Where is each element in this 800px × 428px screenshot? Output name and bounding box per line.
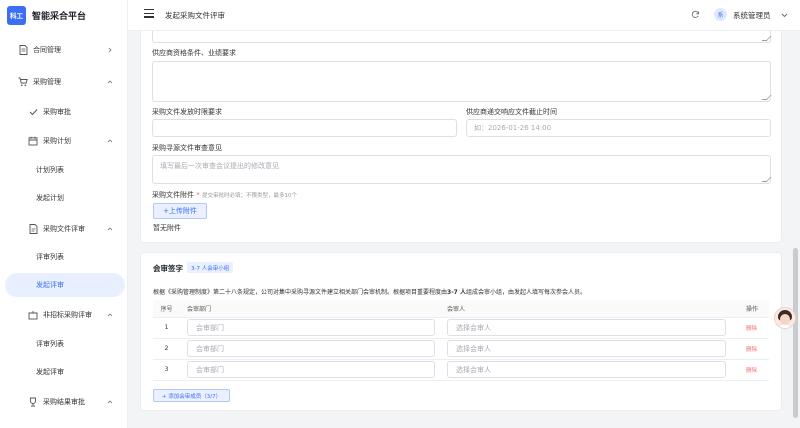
sidebar-item-review-list[interactable]: 评审列表 [0, 245, 128, 269]
sidebar-item-non-tender-review[interactable]: 非招标采购评审 [0, 303, 128, 327]
sidebar-item-start-review-2[interactable]: 发起评审 [0, 360, 128, 384]
delete-button[interactable]: 删除 [746, 347, 757, 353]
required-mark: * [196, 191, 200, 199]
scrollbar[interactable] [793, 248, 798, 418]
sidebar-item-label: 采购计划 [43, 137, 71, 145]
chevron-up-icon [105, 224, 114, 233]
row-index: 1 [153, 317, 180, 339]
review-members-table: 序号 会审部门 会审人 操作 1 会审部门 选择会审人 删除 2 会审部门 选择… [153, 300, 769, 381]
document-icon [18, 45, 28, 55]
supplier-req-textarea[interactable] [152, 61, 772, 102]
chevron-right-icon [105, 45, 114, 54]
delete-button[interactable]: 删除 [746, 326, 757, 332]
cart-icon [18, 77, 28, 87]
column-header: 会审人 [440, 300, 738, 318]
sidebar-item-procurement-plan[interactable]: 采购计划 [0, 129, 128, 153]
dept-input[interactable]: 会审部门 [187, 319, 435, 336]
reviewer-select[interactable]: 选择会审人 [447, 319, 726, 336]
group-size-tag: 3-7 人会审小组 [187, 262, 234, 273]
sidebar-item-file-review[interactable]: 采购文件评审 [0, 217, 128, 241]
brand: 科工 智能采合平台 [0, 0, 127, 30]
upload-attachment-button[interactable]: +上传附件 [153, 203, 207, 219]
sidebar-item-label: 评审列表 [36, 253, 64, 261]
chevron-down-icon[interactable] [781, 12, 788, 19]
avatar[interactable]: 系 [714, 8, 727, 21]
table-row: 2 会审部门 选择会审人 删除 [153, 338, 769, 360]
issue-time-label: 采购文件发放时限要求 [152, 108, 222, 116]
app-name: 智能采合平台 [32, 11, 87, 22]
dept-input[interactable]: 会审部门 [187, 361, 435, 378]
sidebar-item-label: 采购结果审批 [43, 398, 85, 406]
previous-textarea[interactable] [152, 31, 772, 43]
top-header: 发起采购文件评审 系 系统管理员 [128, 0, 800, 31]
app-logo: 科工 [7, 5, 26, 25]
sidebar-item-label: 非招标采购评审 [43, 311, 92, 319]
deadline-input[interactable]: 如：2026-01-26 14:00 [466, 119, 771, 137]
sidebar-item-label: 发起评审 [36, 368, 64, 376]
review-opinion-textarea[interactable]: 填写最后一次审查会议提出的修改意见 [152, 155, 772, 184]
table-header-row: 序号 会审部门 会审人 操作 [153, 300, 769, 318]
sidebar-item-start-review[interactable]: 发起评审 [5, 273, 125, 297]
sidebar-item-label: 采购文件评审 [43, 225, 85, 233]
sidebar-item-plan-list[interactable]: 计划列表 [0, 158, 128, 182]
row-index: 3 [153, 359, 180, 381]
dept-input[interactable]: 会审部门 [187, 340, 435, 357]
sidebar-item-start-plan[interactable]: 发起计划 [0, 186, 128, 210]
sidebar-item-label: 发起计划 [36, 194, 64, 202]
attachment-hint: 提交审批时必填；不限类型，最多10个 [201, 193, 297, 199]
attachment-label-row: 采购文件附件 * 提交审批时必填；不限类型，最多10个 [152, 190, 297, 200]
chevron-up-icon [105, 310, 114, 319]
reviewer-select[interactable]: 选择会审人 [447, 361, 726, 378]
review-opinion-placeholder: 填写最后一次审查会议提出的修改意见 [160, 162, 279, 170]
sidebar-item-contract[interactable]: 合同管理 [0, 38, 128, 62]
calendar-icon [28, 136, 38, 146]
user-name[interactable]: 系统管理员 [733, 10, 771, 21]
row-index: 2 [153, 338, 180, 360]
section-title: 会审签字 [153, 264, 183, 273]
sidebar-item-result-approval[interactable]: 采购结果审批 [0, 390, 128, 414]
sidebar: 科工 智能采合平台 合同管理 采购管理 采购审批 采购计划 计划列表 发起计划 [0, 0, 128, 428]
assistant-avatar[interactable] [774, 307, 796, 329]
check-icon [28, 107, 38, 117]
review-description: 根据《采购管理制度》第二十八条规定，公司对集中采购寻源文件建立相关部门会审机制。… [153, 289, 586, 296]
deadline-label: 供应商递交响应文件截止时间 [466, 108, 557, 116]
column-header: 会审部门 [180, 300, 440, 318]
column-header: 操作 [738, 300, 769, 318]
sidebar-item-label: 计划列表 [36, 166, 64, 174]
sidebar-item-label: 采购审批 [43, 108, 71, 116]
sidebar-item-review-list-2[interactable]: 评审列表 [0, 332, 128, 356]
trophy-icon [28, 397, 38, 407]
chevron-up-icon [105, 397, 114, 406]
sidebar-item-label: 发起评审 [36, 281, 64, 289]
sidebar-item-procurement-approval[interactable]: 采购审批 [0, 100, 128, 124]
table-row: 1 会审部门 选择会审人 删除 [153, 317, 769, 339]
no-attachment-text: 暂无附件 [153, 224, 181, 232]
page-title: 发起采购文件评审 [165, 11, 225, 20]
file-icon [28, 224, 38, 234]
column-header: 序号 [153, 300, 180, 318]
chevron-up-icon [105, 77, 114, 86]
sidebar-item-label: 合同管理 [33, 46, 61, 54]
sidebar-item-label: 评审列表 [36, 340, 64, 348]
refresh-icon[interactable] [691, 10, 701, 20]
table-row: 3 会审部门 选择会审人 删除 [153, 359, 769, 381]
box-icon [28, 310, 38, 320]
deadline-placeholder: 如：2026-01-26 14:00 [474, 124, 552, 132]
delete-button[interactable]: 删除 [746, 368, 757, 374]
issue-time-input[interactable] [152, 119, 457, 137]
chevron-up-icon [105, 136, 114, 145]
sidebar-item-label: 采购管理 [33, 78, 61, 86]
supplier-req-label: 供应商资格条件、业绩要求 [152, 49, 236, 57]
review-opinion-label: 采购寻源文件审查意见 [152, 144, 222, 152]
add-reviewer-button[interactable]: + 添加会审成员（3/7） [153, 389, 230, 402]
attachment-label: 采购文件附件 [152, 191, 194, 199]
sidebar-item-procurement[interactable]: 采购管理 [0, 70, 128, 94]
menu-icon[interactable] [144, 9, 154, 19]
reviewer-select[interactable]: 选择会审人 [447, 340, 726, 357]
